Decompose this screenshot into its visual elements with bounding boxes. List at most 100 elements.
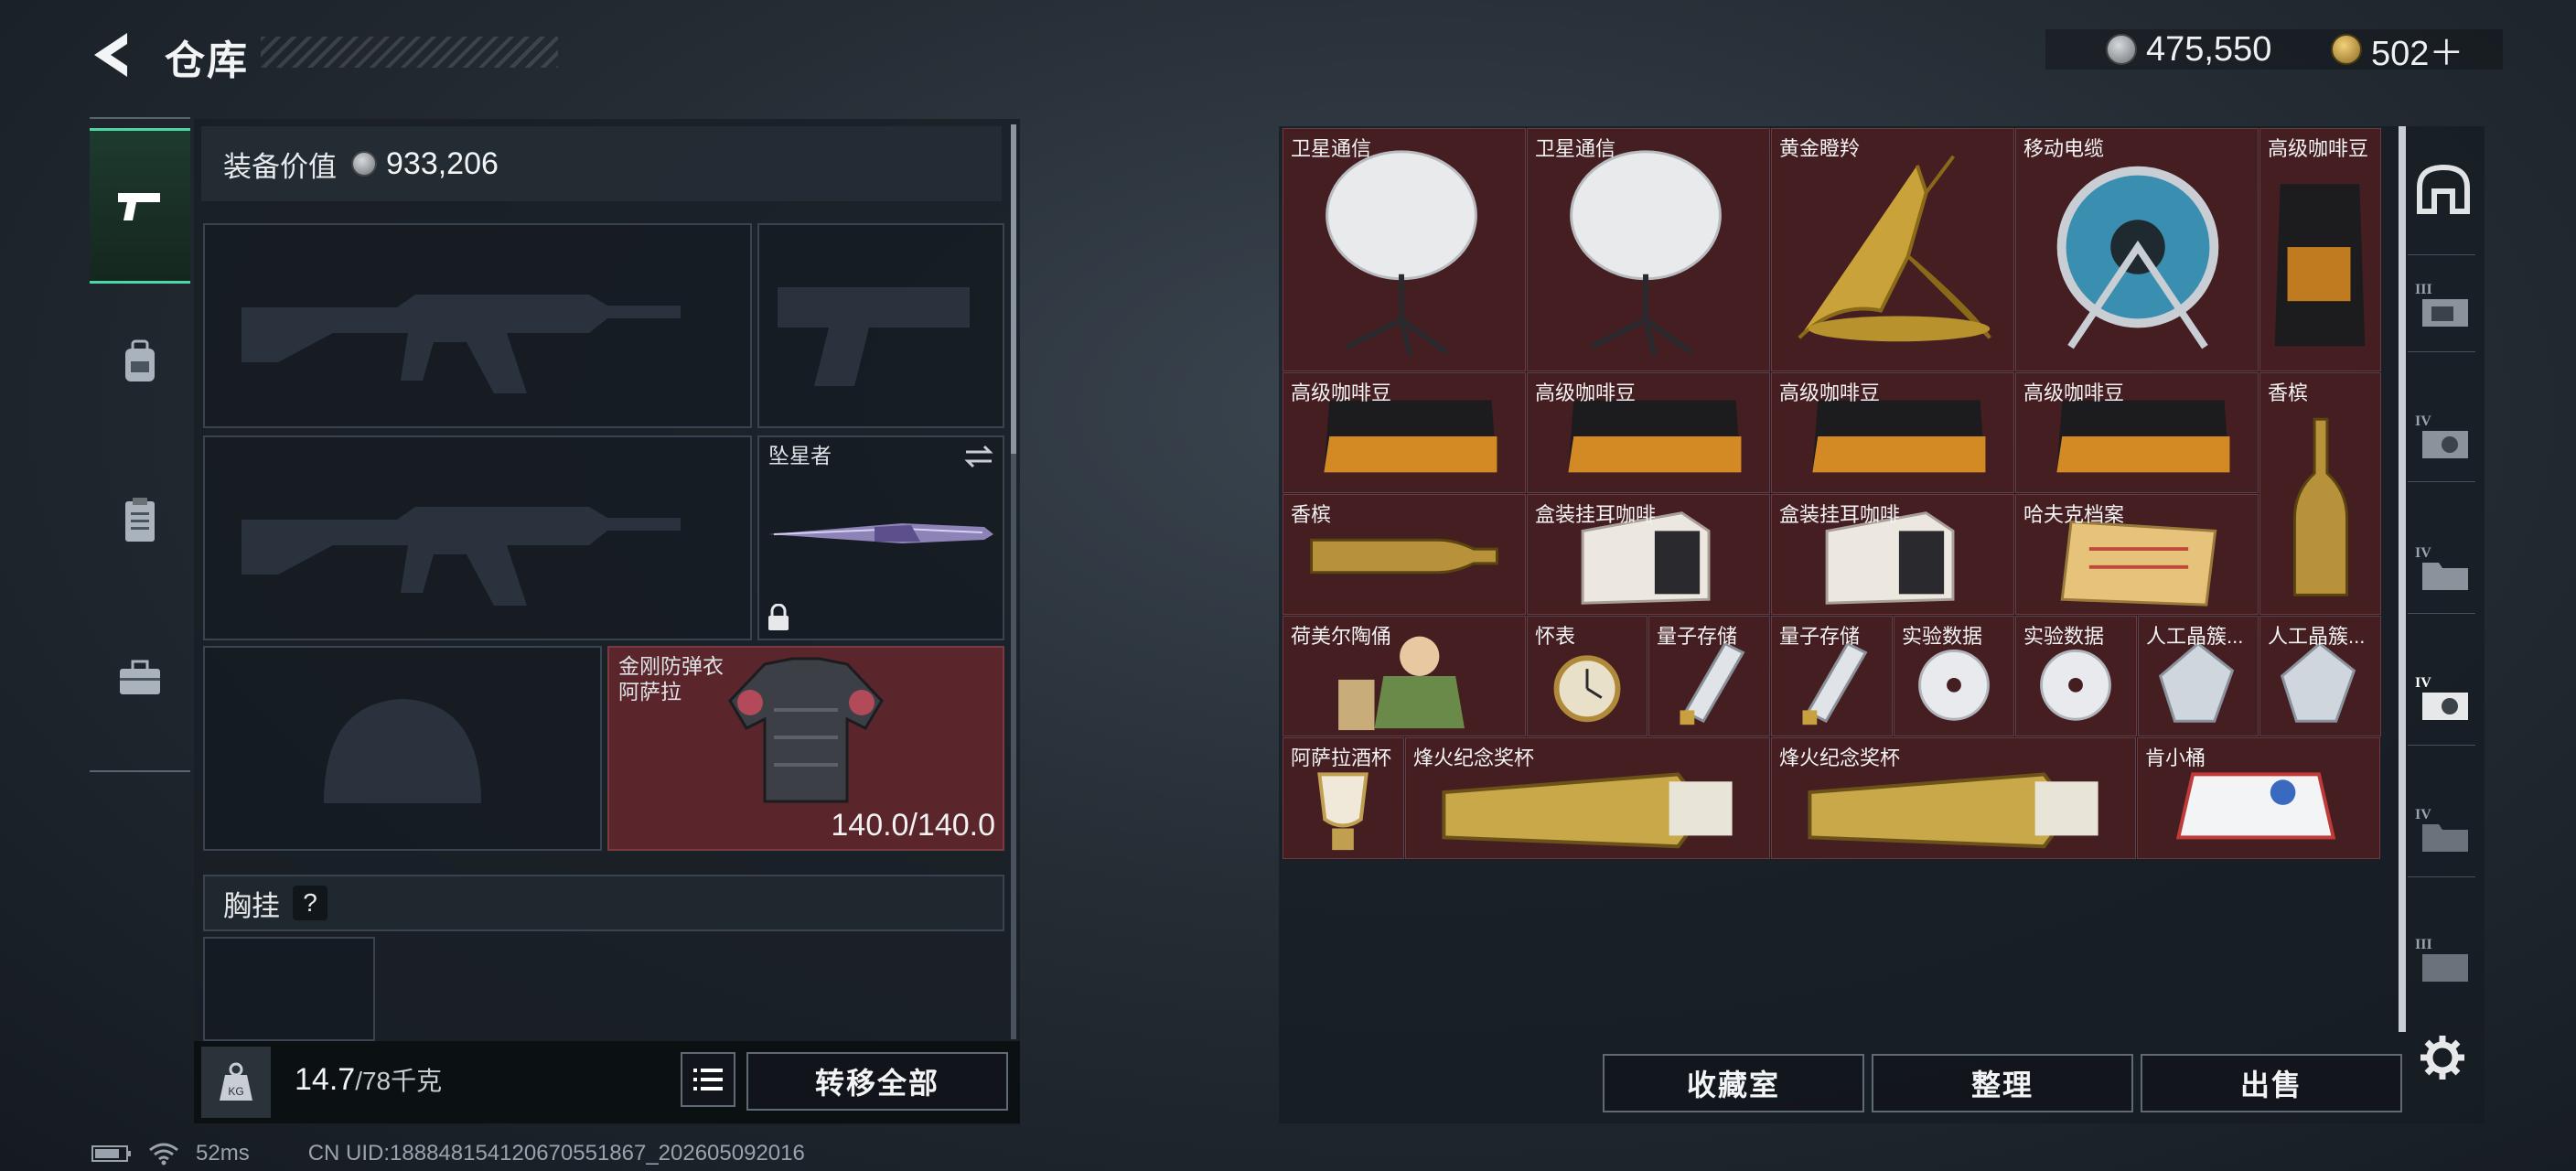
- stash-item-haavk-files[interactable]: 哈夫克档案: [2015, 494, 2259, 615]
- item-name: 哈夫克档案: [2023, 503, 2125, 526]
- chest-rig-header: 胸挂 ?: [203, 875, 1004, 931]
- stash-item-quantum-storage[interactable]: 量子存储: [1771, 616, 1893, 736]
- silver-coin-icon: [351, 151, 377, 177]
- body-armor-icon: [728, 657, 884, 803]
- sort-button[interactable]: 整理: [1872, 1054, 2133, 1112]
- stash-item-hummel-figurine[interactable]: 荷美尔陶俑: [1283, 616, 1526, 736]
- item-name: 黄金瞪羚: [1779, 137, 1861, 160]
- melee-slot[interactable]: 坠星者: [757, 435, 1004, 640]
- item-name: 人工晶簇...: [2146, 625, 2244, 648]
- item-name: 肯小桶: [2145, 747, 2206, 769]
- stash-item-boxed-coffee[interactable]: 盒装挂耳咖啡: [1771, 494, 2014, 615]
- melee-blade-icon: [768, 523, 993, 543]
- left-nav: [90, 117, 190, 772]
- equipment-value: 933,206: [386, 145, 499, 181]
- currency-gold-value[interactable]: 502＋: [2371, 25, 2463, 75]
- item-name: 香槟: [1291, 503, 1332, 526]
- item-name: 怀表: [1535, 625, 1576, 648]
- rifle-silhouette-icon: [242, 507, 681, 606]
- item-name: 高级咖啡豆: [1535, 381, 1637, 404]
- chest-rig-slot[interactable]: [203, 937, 375, 1041]
- pistol-icon: [118, 193, 160, 220]
- svg-text:III: III: [2415, 282, 2432, 297]
- transfer-all-button[interactable]: 转移全部: [746, 1052, 1008, 1111]
- back-button[interactable]: [87, 27, 142, 82]
- stash-item-coffee-box[interactable]: 高级咖啡豆: [1283, 372, 1526, 493]
- item-name: 人工晶簇...: [2268, 625, 2366, 648]
- nav-tab-weapons[interactable]: [90, 128, 190, 284]
- stash-item-beacon-trophy[interactable]: 烽火纪念奖杯: [1405, 737, 1770, 859]
- list-view-button[interactable]: [681, 1052, 735, 1107]
- stash-item-experiment-data[interactable]: 实验数据: [1894, 616, 2014, 736]
- item-name: 烽火纪念奖杯: [1779, 747, 1901, 769]
- svg-text:IV: IV: [2415, 414, 2431, 429]
- loadout-scrollbar-thumb[interactable]: [1011, 124, 1016, 454]
- stash-item-asala-cup[interactable]: 阿萨拉酒杯: [1283, 737, 1404, 859]
- helmet-icon: [2417, 164, 2470, 214]
- stash-item-satellite-2[interactable]: 卫星通信: [1527, 128, 1770, 371]
- stash-item-coffee-box[interactable]: 高级咖啡豆: [2015, 372, 2259, 493]
- stash-item-champagne-upright[interactable]: 香槟: [2259, 372, 2381, 615]
- tier-4-folder-2-icon: IV: [2415, 807, 2468, 852]
- stash-item-quantum-storage[interactable]: 量子存储: [1648, 616, 1770, 736]
- stash-grid: 卫星通信 卫星通信 黄金瞪羚 移动电缆 高级咖啡豆 高级咖啡豆 高级咖啡豆 高级…: [1283, 128, 2381, 860]
- secondary-weapon-slot[interactable]: [203, 435, 752, 640]
- stash-tab-tier-4-active[interactable]: IV: [2411, 666, 2475, 730]
- swap-icon[interactable]: [962, 443, 995, 470]
- chest-rig-help-icon[interactable]: ?: [293, 886, 327, 920]
- stash-tab-home[interactable]: [2411, 157, 2475, 221]
- melee-name: 坠星者: [768, 444, 832, 467]
- stash-tab-tier-3-folder[interactable]: III: [2411, 928, 2475, 992]
- stash-item-golden-gazelle[interactable]: 黄金瞪羚: [1771, 128, 2014, 371]
- stash-item-pocket-watch[interactable]: 怀表: [1527, 616, 1648, 736]
- helmet-silhouette-icon: [324, 699, 481, 803]
- nav-tab-backpack[interactable]: [90, 287, 190, 437]
- battery-icon: [91, 1145, 131, 1162]
- item-name: 盒装挂耳咖啡: [1779, 503, 1901, 526]
- stash-item-beacon-trophy[interactable]: 烽火纪念奖杯: [1771, 737, 2136, 859]
- item-name: 量子存储: [1779, 625, 1861, 648]
- stash-item-satellite-1[interactable]: 卫星通信: [1283, 128, 1526, 371]
- stash-item-experiment-data[interactable]: 实验数据: [2015, 616, 2137, 736]
- item-name: 高级咖啡豆: [1291, 381, 1392, 404]
- gear-icon: [2420, 1036, 2464, 1080]
- stash-item-mobile-cable[interactable]: 移动电缆: [2015, 128, 2259, 371]
- weight-current: 14.7: [295, 1062, 356, 1097]
- settings-button[interactable]: [2419, 1034, 2466, 1081]
- equipment-value-label: 装备价值: [223, 150, 337, 183]
- stash-item-coffee-box[interactable]: 高级咖啡豆: [1527, 372, 1770, 493]
- stash-item-artificial-crystal[interactable]: 人工晶簇...: [2138, 616, 2259, 736]
- svg-text:KG: KG: [228, 1085, 243, 1098]
- cable-reel-icon: [2056, 166, 2219, 349]
- svg-text:IV: IV: [2415, 545, 2431, 561]
- sell-button[interactable]: 出售: [2141, 1054, 2402, 1112]
- list-icon: [693, 1069, 723, 1090]
- stash-tab-tier-3[interactable]: III: [2411, 273, 2475, 337]
- nav-tab-toolbox[interactable]: [90, 602, 190, 752]
- stash-tab-tier-4[interactable]: IV: [2411, 404, 2475, 468]
- silver-coin-icon: [2106, 34, 2137, 65]
- stash-tab-tier-4-folder-2[interactable]: IV: [2411, 798, 2475, 862]
- item-name: 盒装挂耳咖啡: [1535, 503, 1657, 526]
- stash-item-ken-barrel[interactable]: 肯小桶: [2137, 737, 2380, 859]
- satellite-dish-icon: [1326, 150, 1477, 357]
- currency-silver-value: 475,550: [2146, 29, 2272, 69]
- sidearm-slot[interactable]: [757, 223, 1004, 428]
- stash-item-boxed-coffee[interactable]: 盒装挂耳咖啡: [1527, 494, 1770, 615]
- armor-durability: 140.0/140.0: [831, 808, 995, 843]
- collection-room-button[interactable]: 收藏室: [1603, 1054, 1864, 1112]
- nav-tab-clipboard[interactable]: [90, 445, 190, 595]
- helmet-slot[interactable]: [203, 646, 602, 851]
- armor-slot[interactable]: 金刚防弹衣 阿萨拉 140.0/140.0: [607, 646, 1004, 851]
- tier-4-tab-icon: IV: [2415, 414, 2468, 458]
- stash-item-coffee-box[interactable]: 高级咖啡豆: [1771, 372, 2014, 493]
- stash-item-coffee-bag[interactable]: 高级咖啡豆: [2259, 128, 2381, 371]
- stash-item-champagne[interactable]: 香槟: [1283, 494, 1526, 615]
- item-name: 高级咖啡豆: [1779, 381, 1881, 404]
- primary-weapon-slot[interactable]: [203, 223, 752, 428]
- stash-scrollbar[interactable]: [2399, 126, 2406, 1032]
- item-name: 荷美尔陶俑: [1291, 625, 1392, 648]
- stash-item-artificial-crystal[interactable]: 人工晶簇...: [2259, 616, 2381, 736]
- item-name: 卫星通信: [1291, 137, 1372, 160]
- stash-tab-tier-4-folder[interactable]: IV: [2411, 536, 2475, 600]
